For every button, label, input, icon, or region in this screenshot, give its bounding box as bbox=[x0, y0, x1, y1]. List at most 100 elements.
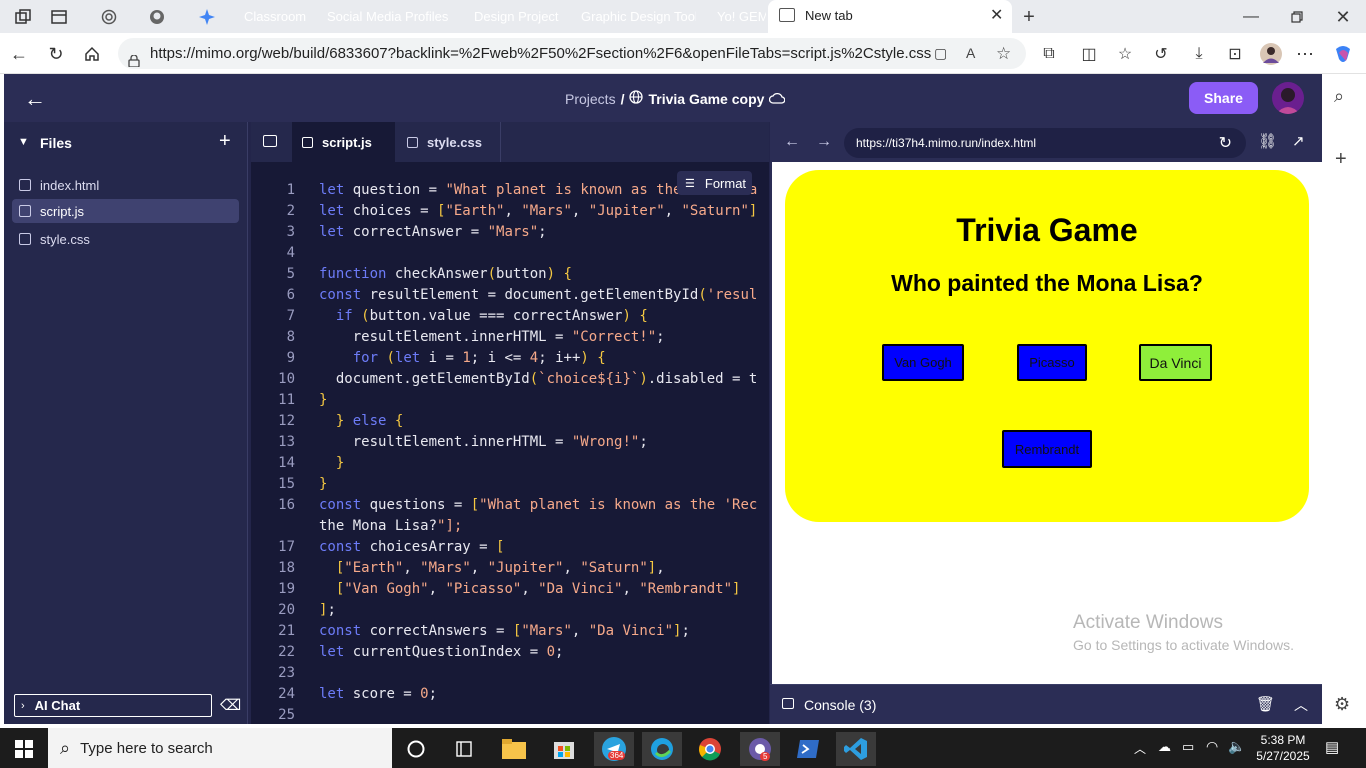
restore-window-icon[interactable] bbox=[1286, 6, 1308, 28]
preview-forward-icon[interactable]: → bbox=[816, 133, 832, 151]
new-tab-plus-icon[interactable]: + bbox=[1018, 6, 1040, 28]
file-item-script-js[interactable]: script.js bbox=[12, 199, 239, 223]
refresh-icon[interactable]: ↻ bbox=[43, 41, 69, 67]
code-line: function checkAnswer(button) { bbox=[319, 266, 572, 282]
tab-group-design-projects[interactable]: Design Projects bbox=[465, 6, 559, 28]
settings-gear-icon[interactable]: ⚙ bbox=[1334, 694, 1350, 715]
tab-group-yo-gem[interactable]: Yo! GEM bbox=[708, 6, 766, 28]
breadcrumb-projects[interactable]: Projects bbox=[565, 91, 616, 107]
ai-chat-toggle[interactable]: › AI Chat bbox=[14, 694, 212, 717]
cortana-circle-icon[interactable] bbox=[396, 732, 436, 766]
favorite-star-icon[interactable]: ☆ bbox=[996, 38, 1011, 69]
close-tab-icon[interactable]: ✕ bbox=[990, 5, 1003, 25]
add-sidebar-plus-icon[interactable]: + bbox=[1335, 148, 1347, 171]
user-avatar[interactable] bbox=[1272, 82, 1304, 114]
collapse-chevron-icon[interactable]: ▼ bbox=[18, 136, 29, 148]
code-line: const choicesArray = [ bbox=[319, 539, 505, 555]
pinned-tab-swirl-icon[interactable] bbox=[98, 6, 120, 28]
preview-back-icon[interactable]: ← bbox=[784, 133, 800, 151]
choice-button-2[interactable]: Picasso bbox=[1017, 344, 1087, 381]
add-file-plus-icon[interactable]: + bbox=[219, 130, 231, 153]
edge-browser-icon[interactable] bbox=[642, 732, 682, 766]
choice-button-3[interactable]: Da Vinci bbox=[1139, 344, 1212, 381]
line-number: 5 bbox=[286, 266, 295, 282]
editor-tab-script-js[interactable]: script.js bbox=[292, 122, 395, 162]
battery-icon[interactable]: ▭ bbox=[1182, 739, 1194, 755]
split-screen-icon[interactable]: ◫ bbox=[1076, 41, 1102, 67]
site-info-lock-icon[interactable] bbox=[128, 47, 140, 68]
code-area[interactable]: 1 let question = "What planet is known as… bbox=[251, 182, 769, 724]
choice-button-1[interactable]: Van Gogh bbox=[882, 344, 964, 381]
onedrive-icon[interactable]: ☁ bbox=[1158, 739, 1171, 755]
js-file-icon bbox=[302, 136, 313, 148]
clipboard-icon[interactable]: ▢ bbox=[934, 38, 947, 69]
eraser-icon[interactable]: ⌫ bbox=[220, 696, 241, 714]
editor-tab-style-css[interactable]: style.css bbox=[395, 122, 501, 162]
activate-windows-title: Activate Windows bbox=[1073, 612, 1223, 633]
toggle-sidebar-icon[interactable] bbox=[263, 135, 277, 147]
taskbar-clock[interactable]: 5:38 PM 5/27/2025 bbox=[1250, 732, 1316, 764]
taskbar-search-input[interactable]: ⌕ Type here to search bbox=[48, 728, 392, 768]
favorites-icon[interactable]: ☆ bbox=[1112, 41, 1138, 67]
chevron-up-icon[interactable]: ︿ bbox=[1294, 695, 1308, 715]
more-menu-icon[interactable]: ⋯ bbox=[1292, 41, 1318, 67]
screenshot-icon[interactable]: ⊡ bbox=[1222, 41, 1248, 67]
windows-start-icon[interactable] bbox=[4, 732, 44, 766]
html-file-icon bbox=[19, 179, 31, 191]
volume-icon[interactable]: 🔈 bbox=[1228, 738, 1245, 755]
line-number: 16 bbox=[278, 497, 295, 513]
task-view-icon[interactable] bbox=[444, 732, 484, 766]
format-button[interactable]: ☰ Format bbox=[677, 171, 752, 195]
copy-link-icon[interactable]: ⛓ bbox=[1258, 132, 1277, 150]
line-number: 14 bbox=[278, 455, 295, 471]
microsoft-store-icon[interactable] bbox=[544, 732, 584, 766]
telegram-icon[interactable]: 364 bbox=[594, 732, 634, 766]
downloads-icon[interactable]: ⤓ bbox=[1186, 41, 1212, 67]
search-icon[interactable]: ⌕ bbox=[1334, 86, 1344, 107]
breadcrumb-separator: / bbox=[620, 90, 625, 107]
tab-group-classroom[interactable]: Classroom bbox=[235, 6, 307, 28]
file-item-index-html[interactable]: index.html bbox=[12, 173, 239, 197]
vscode-icon[interactable] bbox=[836, 732, 876, 766]
console-bar[interactable]: Console (3) 🗑 ︿ bbox=[770, 684, 1322, 724]
profile-avatar[interactable] bbox=[1258, 41, 1284, 67]
chrome-profile-icon[interactable]: 5 bbox=[740, 732, 780, 766]
file-item-style-css[interactable]: style.css bbox=[12, 227, 239, 251]
pinned-tab-gemini-icon[interactable] bbox=[196, 6, 218, 28]
notifications-icon[interactable]: ▤ bbox=[1325, 738, 1339, 756]
powershell-icon[interactable] bbox=[788, 732, 828, 766]
preview-refresh-icon[interactable]: ↻ bbox=[1219, 133, 1232, 153]
copilot-icon[interactable] bbox=[1330, 41, 1356, 67]
open-external-icon[interactable]: ↗ bbox=[1292, 132, 1305, 150]
app-header: ← Projects / Trivia Game copy Share bbox=[4, 74, 1322, 122]
address-input[interactable]: https://mimo.org/web/build/6833607?backl… bbox=[118, 38, 1026, 69]
chevron-right-icon: › bbox=[21, 699, 25, 712]
trash-icon[interactable]: 🗑 bbox=[1256, 695, 1275, 713]
minimize-window-icon[interactable]: — bbox=[1240, 6, 1262, 28]
wifi-icon[interactable]: ◠ bbox=[1206, 738, 1218, 755]
workspaces-icon[interactable] bbox=[12, 6, 34, 28]
preview-url-input[interactable]: https://ti37h4.mimo.run/index.html ↻ bbox=[844, 128, 1246, 158]
home-icon[interactable] bbox=[79, 41, 105, 67]
active-tab[interactable]: New tab ✕ bbox=[768, 0, 1012, 33]
show-hidden-icons-chevron-icon[interactable]: ︿ bbox=[1134, 740, 1146, 757]
tab-group-social-media[interactable]: Social Media Profiles & bbox=[318, 6, 452, 28]
tab-group-graphic-design-tools[interactable]: Graphic Design Tools bbox=[572, 6, 696, 28]
close-window-icon[interactable]: ✕ bbox=[1332, 6, 1354, 28]
line-number: 12 bbox=[278, 413, 295, 429]
chrome-icon[interactable] bbox=[690, 732, 730, 766]
code-line: ["Earth", "Mars", "Jupiter", "Saturn"], bbox=[335, 560, 665, 576]
read-aloud-icon[interactable]: A bbox=[966, 38, 975, 69]
file-explorer-icon[interactable] bbox=[494, 732, 534, 766]
pinned-tab-github-icon[interactable] bbox=[146, 6, 168, 28]
extensions-icon[interactable]: ⧉ bbox=[1036, 41, 1062, 67]
back-arrow-icon[interactable]: ← bbox=[6, 41, 32, 67]
question-text: Who painted the Mona Lisa? bbox=[891, 270, 1203, 296]
back-arrow-icon[interactable]: ← bbox=[24, 86, 46, 112]
share-button[interactable]: Share bbox=[1189, 82, 1258, 114]
windows-taskbar: ⌕ Type here to search 364 5 ︿ ☁ ▭ ◠ 🔈 5:… bbox=[0, 728, 1366, 768]
choice-button-4[interactable]: Rembrandt bbox=[1002, 430, 1092, 468]
format-label: Format bbox=[704, 175, 747, 191]
tab-actions-icon[interactable] bbox=[48, 6, 70, 28]
history-icon[interactable]: ↺ bbox=[1148, 41, 1174, 67]
